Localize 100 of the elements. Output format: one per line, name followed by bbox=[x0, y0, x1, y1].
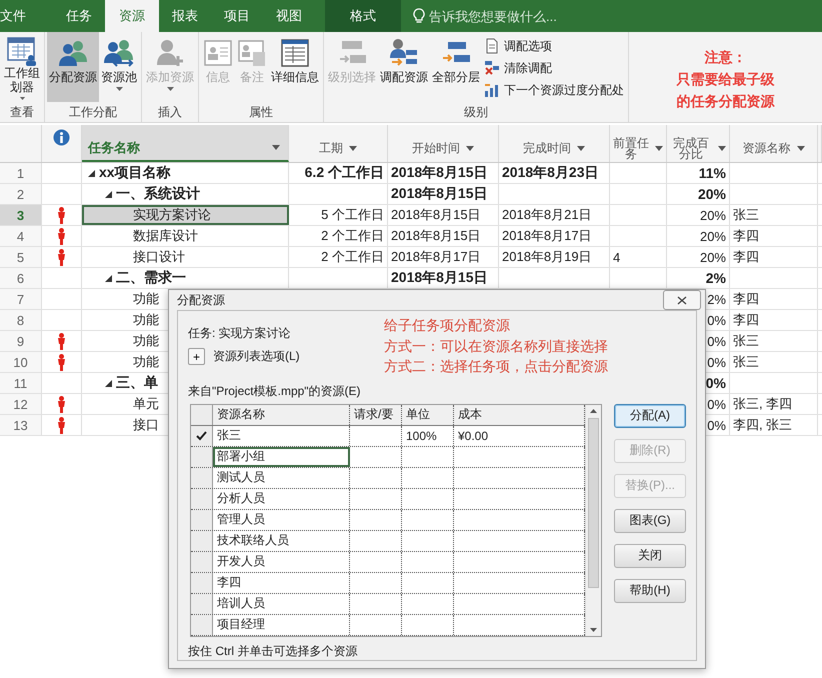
resource-name-cell[interactable]: 培训人员 bbox=[213, 594, 350, 614]
ribbon-button[interactable]: 下一个资源过度分配处 bbox=[482, 79, 626, 101]
collapse-icon[interactable] bbox=[88, 170, 95, 176]
column-header: 资源名称 bbox=[213, 404, 350, 424]
resource-name-cell[interactable]: 部署小组 bbox=[213, 446, 350, 466]
row-header-cell[interactable] bbox=[191, 468, 213, 488]
column-header[interactable]: 完成时间 bbox=[499, 125, 610, 162]
dropdown-icon bbox=[718, 146, 726, 151]
table-cell: 2018年8月15日 bbox=[391, 227, 481, 245]
column-header[interactable]: 工期 bbox=[289, 125, 388, 162]
row-header-cell[interactable] bbox=[191, 426, 213, 446]
task-name: 功能 bbox=[133, 311, 159, 329]
task-name: xx项目名称 bbox=[99, 164, 171, 182]
row-number: 9 bbox=[0, 331, 42, 351]
ribbon-tab[interactable]: 格式 bbox=[325, 0, 401, 32]
resource-name-cell[interactable]: 张三 bbox=[213, 426, 350, 446]
bar-chart-icon bbox=[484, 82, 500, 98]
annotation-text: 给子任务项分配资源 方式一：可以在资源名称列直接选择 方式二：选择任务项，点击分配资源 bbox=[384, 316, 608, 376]
row-header-cell[interactable] bbox=[191, 594, 213, 614]
resource-name-cell[interactable]: 李四 bbox=[213, 572, 350, 592]
ribbon-tab[interactable]: 文件 bbox=[0, 0, 39, 32]
ribbon-button[interactable]: 全部分层 bbox=[430, 32, 482, 102]
person-plus-icon bbox=[154, 38, 186, 68]
ribbon-button[interactable]: 资源池 bbox=[99, 32, 139, 102]
resource-name-cell[interactable]: 技术联络人员 bbox=[213, 530, 350, 550]
ribbon-button[interactable]: 调配选项 bbox=[482, 35, 626, 57]
cross-bars-icon bbox=[484, 60, 500, 76]
ribbon-tab[interactable]: 视图 bbox=[263, 0, 315, 32]
dialog-button[interactable]: 帮助(H) bbox=[614, 578, 686, 602]
dialog-button[interactable]: 分配(A) bbox=[614, 404, 686, 428]
column-header[interactable]: 任务名称 bbox=[82, 125, 289, 162]
options-label: 资源列表选项(L) bbox=[213, 348, 300, 365]
row-header-cell[interactable] bbox=[191, 530, 213, 550]
column-header[interactable]: 前置任务 bbox=[610, 125, 667, 162]
resource-name-cell[interactable]: 测试人员 bbox=[213, 468, 350, 488]
scrollbar[interactable] bbox=[585, 404, 601, 636]
ribbon-tab[interactable]: 报表 bbox=[159, 0, 211, 32]
table-cell: 2018年8月21日 bbox=[502, 206, 592, 224]
dialog-button[interactable]: 图表(G) bbox=[614, 508, 686, 532]
resource-name-cell[interactable]: 开发人员 bbox=[213, 552, 350, 572]
resource-name-cell[interactable]: 项目经理 bbox=[213, 614, 350, 634]
ribbon-button[interactable]: 调配资源 bbox=[378, 32, 430, 102]
row-header-cell[interactable] bbox=[191, 510, 213, 530]
row-number: 13 bbox=[0, 415, 42, 435]
column-header[interactable]: 资源名称 bbox=[730, 125, 818, 162]
row-number: 5 bbox=[0, 247, 42, 267]
task-name: 接口设计 bbox=[133, 248, 185, 266]
task-name: 功能 bbox=[133, 353, 159, 371]
row-number: 12 bbox=[0, 394, 42, 414]
resource-name-cell[interactable]: 分析人员 bbox=[213, 488, 350, 508]
table-cell: 6.2 个工作日 bbox=[304, 164, 384, 182]
form-icon bbox=[280, 38, 310, 68]
table-cell: 张三 bbox=[733, 206, 759, 224]
scroll-up-icon[interactable] bbox=[590, 408, 597, 412]
column-header[interactable]: 开始时间 bbox=[388, 125, 499, 162]
task-name: 单元 bbox=[133, 395, 159, 413]
table-cell: 20% bbox=[700, 250, 726, 264]
collapse-icon[interactable] bbox=[105, 274, 112, 282]
table-cell: 2018年8月19日 bbox=[502, 248, 592, 266]
row-number: 8 bbox=[0, 310, 42, 330]
ribbon-button[interactable]: 清除调配 bbox=[482, 57, 626, 79]
scroll-down-icon[interactable] bbox=[590, 628, 597, 632]
lightbulb-icon bbox=[413, 8, 425, 24]
resource-name-cell[interactable]: 管理人员 bbox=[213, 510, 350, 530]
ribbon-button[interactable]: 工作组 划器 bbox=[2, 32, 42, 102]
row-header-cell[interactable] bbox=[191, 572, 213, 592]
row-header-cell[interactable] bbox=[191, 552, 213, 572]
table-cell: 0% bbox=[707, 334, 726, 348]
ribbon-tab[interactable]: 任务 bbox=[53, 0, 105, 32]
row-header-cell[interactable] bbox=[191, 446, 213, 466]
collapse-icon[interactable] bbox=[105, 190, 112, 198]
close-button[interactable] bbox=[663, 290, 701, 310]
row-number: 6 bbox=[0, 268, 42, 288]
ribbon-button[interactable]: 详细信息 bbox=[269, 32, 321, 102]
people-icon bbox=[56, 38, 90, 68]
scroll-thumb[interactable] bbox=[588, 418, 599, 588]
table-cell: 11% bbox=[698, 165, 726, 181]
row-header-cell[interactable] bbox=[191, 488, 213, 508]
task-name: 实现方案讨论 bbox=[133, 206, 211, 224]
ribbon-tab[interactable]: 项目 bbox=[211, 0, 263, 32]
table-cell: 2018年8月15日 bbox=[391, 185, 488, 203]
row-number: 2 bbox=[0, 184, 42, 204]
table-cell: 张三 bbox=[733, 332, 759, 350]
ribbon-button[interactable]: 分配资源 bbox=[47, 32, 99, 102]
column-header[interactable]: 完成百分比 bbox=[667, 125, 730, 162]
dropdown-icon bbox=[655, 146, 663, 151]
table-cell: 2018年8月17日 bbox=[502, 227, 592, 245]
ribbon-tab[interactable]: 资源 bbox=[105, 0, 159, 32]
tell-me-field[interactable]: 告诉我您想要做什么... bbox=[429, 8, 649, 24]
dropdown-icon bbox=[796, 146, 804, 151]
row-header-cell[interactable] bbox=[191, 614, 213, 634]
close-icon bbox=[677, 296, 687, 304]
expand-button[interactable]: + bbox=[188, 348, 205, 365]
dropdown-icon bbox=[272, 145, 280, 150]
group-label: 级别 bbox=[463, 104, 489, 121]
info-icon bbox=[53, 129, 70, 146]
table-cell[interactable]: 100% bbox=[402, 426, 454, 446]
table-cell: 0% bbox=[707, 354, 726, 370]
collapse-icon[interactable] bbox=[105, 380, 112, 386]
dialog-button[interactable]: 关闭 bbox=[614, 544, 686, 568]
